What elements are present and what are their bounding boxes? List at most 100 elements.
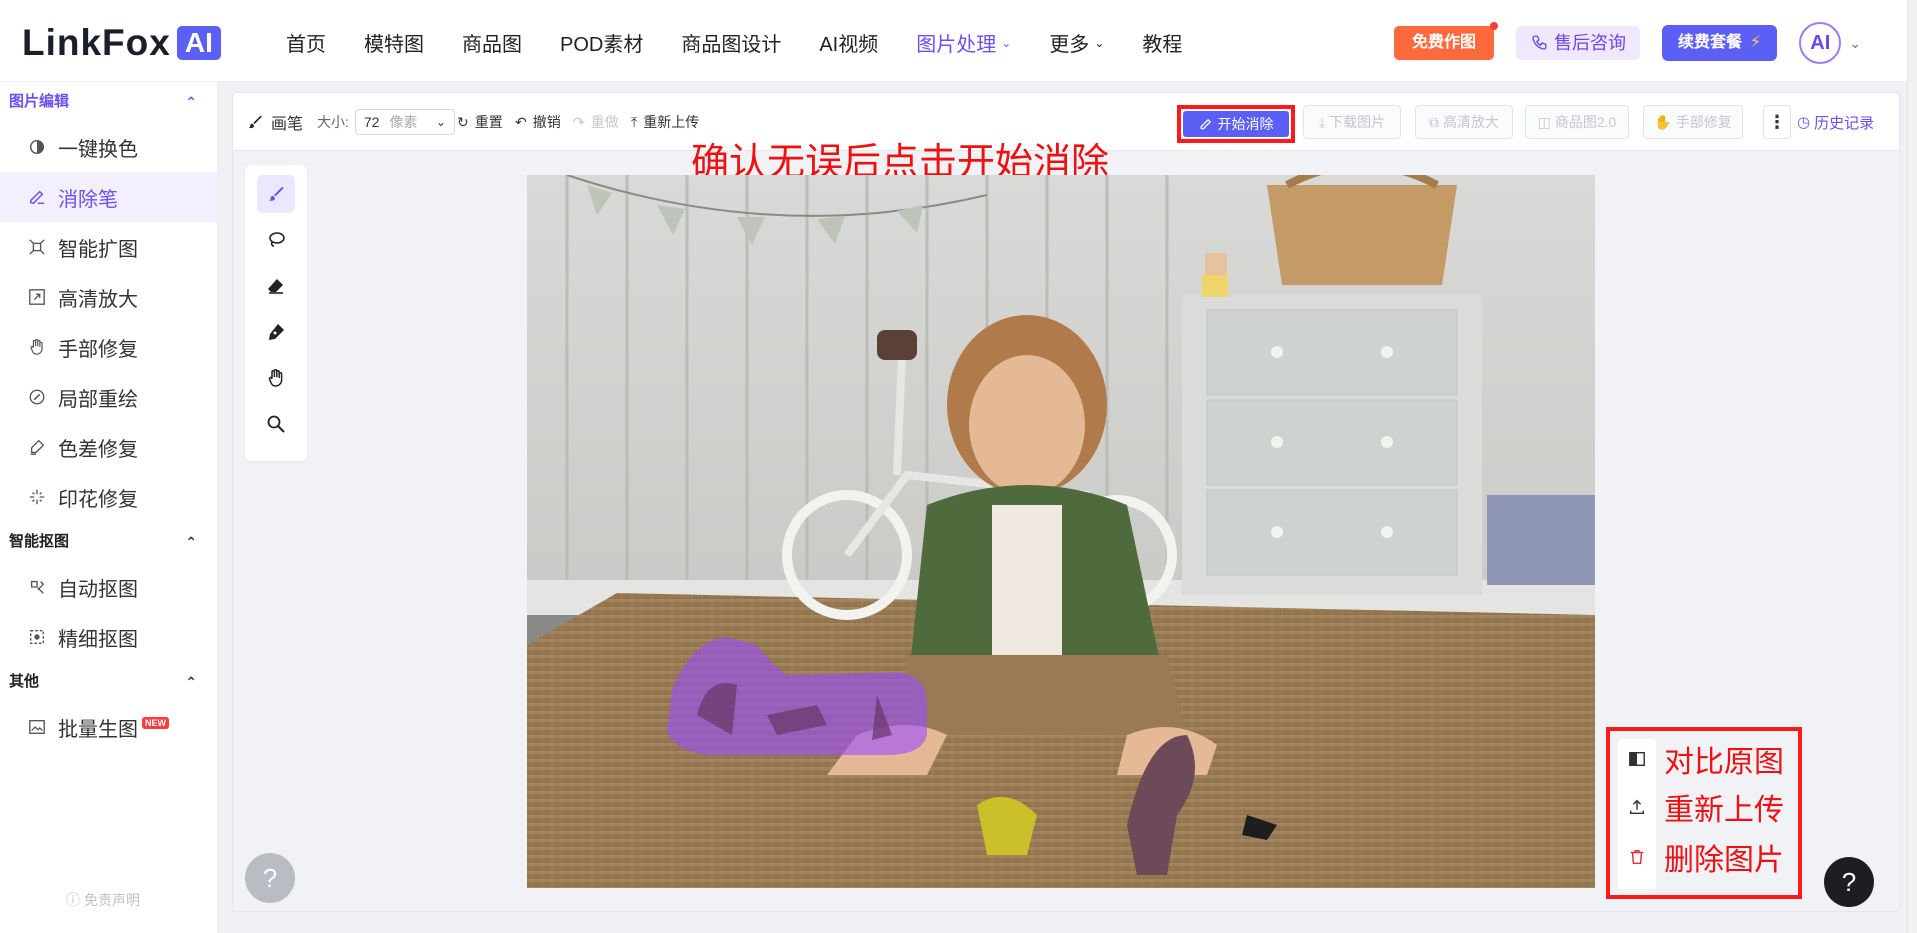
sidebar-item-label: 自动抠图 [58,578,138,601]
pen-icon [269,324,284,340]
page-scrollbar[interactable] [1907,0,1917,933]
trash-icon [1610,848,1664,866]
help-button-left[interactable]: ? [245,853,295,903]
eraser-tool[interactable] [257,267,295,305]
sidebar-item-fine-cutout[interactable]: 精细抠图 [0,612,217,662]
hand-pan-tool[interactable] [257,359,295,397]
eraser-pen-icon [1199,118,1211,130]
sidebar-item-color-fix[interactable]: 色差修复 [0,422,217,472]
sidebar-section-smart-cutout[interactable]: 智能抠图 ⌃ [0,522,217,562]
more-menu-button[interactable]: ⋮ [1763,105,1791,139]
sidebar: 图片编辑 ⌃ 一键换色 消除笔 智能扩图 高清放大 手部修复 局部重绘 色差修复 … [0,82,218,933]
history-link[interactable]: ◷ 历史记录 [1797,93,1874,151]
size-select[interactable]: 72 像素 ⌄ [354,109,455,135]
lasso-tool[interactable] [257,221,295,259]
canvas-image[interactable] [527,175,1595,888]
pen-tool[interactable] [257,313,295,351]
nav-item-tutorial[interactable]: 教程 [1142,28,1182,57]
section-title: 图片编辑 [9,93,70,110]
consult-button[interactable]: 售后咨询 [1516,26,1641,60]
chevron-down-icon: ⌄ [1001,35,1012,50]
nav-item-model[interactable]: 模特图 [364,28,424,57]
product-v2-label: 商品图2.0 [1554,114,1617,130]
reset-icon: ↻ [457,113,469,130]
bag-icon: ◫ [1537,113,1551,130]
disclaimer-link[interactable]: ⓘ 免责声明 [66,890,140,910]
auto-cutout-icon [26,576,48,598]
free-draw-button[interactable]: 免费作图 [1394,22,1499,60]
nav-item-product[interactable]: 商品图 [462,28,522,57]
brush-tool[interactable] [257,175,295,213]
size-label: 大小: [317,114,349,130]
top-navbar: LinkFox AI 首页 模特图 商品图 POD素材 商品图设计 AI视频 图… [0,0,1917,82]
start-erase-button[interactable]: 开始消除 [1177,105,1295,143]
reset-label: 重置 [474,114,503,130]
sidebar-item-eraser-pen[interactable]: 消除笔 [0,172,217,222]
fine-cutout-icon [26,626,48,648]
info-icon: ⓘ [66,892,80,908]
lasso-icon [269,232,285,247]
zoom-tool[interactable] [257,405,295,443]
start-erase-label: 开始消除 [1217,116,1274,132]
nav-item-video[interactable]: AI视频 [819,28,878,57]
avatar-text: AI [1810,31,1831,54]
renew-label: 续费套餐 [1678,34,1743,51]
hand-fix-button[interactable]: ✋ 手部修复 [1643,105,1743,139]
sidebar-item-hand-fix[interactable]: 手部修复 [0,322,217,372]
sidebar-item-expand[interactable]: 智能扩图 [0,222,217,272]
brush-label: 画笔 [271,116,304,133]
upscale-icon [26,286,48,308]
nav-label: 首页 [286,34,326,56]
sidebar-item-color-swap[interactable]: 一键换色 [0,122,217,172]
nav-label: POD素材 [560,34,644,56]
reupload-toolbar-button[interactable]: ⤒ 重新上传 [631,93,699,151]
help-icon: ? [262,862,278,893]
product-v2-button[interactable]: ◫ 商品图2.0 [1525,105,1629,139]
upscale-icon: ⧉ [1429,113,1439,130]
compare-original-button[interactable]: 对比原图 [1610,737,1800,781]
upload-icon [1610,798,1664,816]
compare-icon [1610,750,1664,768]
reupload-image-button[interactable]: 重新上传 [1610,785,1800,829]
download-button[interactable]: ⤓ 下载图片 [1303,105,1401,139]
history-label: 历史记录 [1814,114,1875,132]
undo-button[interactable]: ↶ 撤销 [515,93,561,151]
more-icon: ⋮ [1768,111,1786,132]
magnifier-icon [267,415,285,433]
delete-image-button[interactable]: 删除图片 [1610,835,1800,879]
hand-icon: ✋ [1654,113,1672,130]
upscale-button[interactable]: ⧉ 高清放大 [1415,105,1513,139]
photo-scene [527,175,1595,888]
help-icon: ? [1841,866,1857,897]
nav-item-more[interactable]: 更多 ⌄ [1049,28,1104,57]
redo-button[interactable]: ↷ 重做 [573,93,619,151]
brush-tool-label[interactable]: 画笔 [247,93,303,151]
sidebar-item-auto-cutout[interactable]: 自动抠图 [0,562,217,612]
nav-item-image-process[interactable]: 图片处理 ⌄ [916,28,1011,57]
sidebar-item-repaint[interactable]: 局部重绘 [0,372,217,422]
nav-item-design[interactable]: 商品图设计 [681,28,781,57]
sidebar-item-upscale[interactable]: 高清放大 [0,272,217,322]
renew-button[interactable]: 续费套餐 ⚡ [1662,25,1778,61]
logo[interactable]: LinkFox AI [22,22,221,64]
sidebar-item-batch-image[interactable]: 批量生图 NEW [0,702,217,752]
avatar[interactable]: AI [1799,22,1842,64]
sidebar-item-label: 精细抠图 [58,628,138,651]
upload-icon: ⤒ [631,113,638,130]
nav-item-home[interactable]: 首页 [286,28,326,57]
nav-item-pod[interactable]: POD素材 [560,28,643,57]
sidebar-item-print-fix[interactable]: 印花修复 [0,472,217,522]
consult-label: 售后咨询 [1554,33,1627,53]
help-button-right[interactable]: ? [1824,857,1874,907]
chevron-up-icon: ⌃ [185,674,197,690]
reset-button[interactable]: ↻ 重置 [457,93,503,151]
main-nav: 首页 模特图 商品图 POD素材 商品图设计 AI视频 图片处理 ⌄ 更多 ⌄ 教程 [286,28,1220,57]
nav-label: 模特图 [364,34,424,56]
sidebar-item-label: 消除笔 [58,188,118,211]
phone-icon [1532,35,1547,50]
delete-label: 删除图片 [1664,843,1784,878]
sidebar-section-other[interactable]: 其他 ⌃ [0,662,217,702]
sidebar-item-label: 批量生图 [58,718,138,741]
sidebar-section-image-edit[interactable]: 图片编辑 ⌃ [0,82,217,122]
chevron-down-icon[interactable]: ⌄ [1849,35,1861,52]
